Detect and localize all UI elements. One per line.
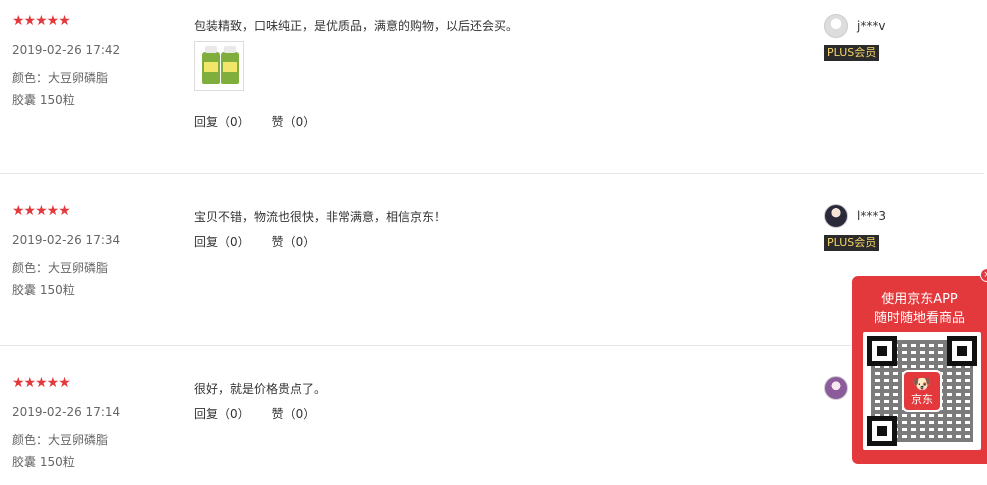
plus-member-badge: PLUS会员: [824, 235, 880, 251]
app-promo-title: 使用京东APP: [881, 292, 958, 307]
star-rating: ★★★★★: [12, 203, 71, 219]
review-actions: 回复（0） 赞（0）: [194, 113, 337, 130]
jd-mascot-icon: 🐶: [912, 375, 932, 393]
reply-button[interactable]: 回复（0）: [194, 113, 250, 130]
review-actions: 回复（0） 赞（0）: [194, 233, 337, 250]
product-attr-color: 颜色：大豆卵磷脂: [12, 261, 109, 275]
jd-logo-icon: 🐶 京东: [902, 370, 942, 412]
app-download-panel[interactable]: 使用京东APP 随时随地看商品 🐶 京东: [852, 276, 987, 464]
product-attr-color: 颜色：大豆卵磷脂: [12, 433, 109, 447]
review-photo-thumbnail[interactable]: [194, 41, 244, 91]
reply-button[interactable]: 回复（0）: [194, 405, 250, 422]
avatar[interactable]: [824, 204, 848, 228]
jd-logo-text: 京东: [911, 393, 933, 406]
avatar[interactable]: [824, 376, 848, 400]
qr-finder-pattern: [947, 336, 977, 366]
review-item: ★★★★★ 2019-02-26 17:42 颜色：大豆卵磷脂 胶囊 150粒 …: [0, 0, 984, 174]
star-rating: ★★★★★: [12, 13, 71, 29]
review-date: 2019-02-26 17:14: [12, 405, 121, 419]
review-actions: 回复（0） 赞（0）: [194, 405, 337, 422]
product-attr-size: 胶囊 150粒: [12, 93, 75, 107]
like-button[interactable]: 赞（0）: [272, 405, 316, 422]
like-button[interactable]: 赞（0）: [272, 233, 316, 250]
plus-member-badge: PLUS会员: [824, 45, 880, 61]
product-attr-color: 颜色：大豆卵磷脂: [12, 71, 109, 85]
product-bottle-image: [221, 46, 239, 84]
review-content: 很好，就是价格贵点了。: [194, 382, 327, 396]
review-item: ★★★★★ 2019-02-26 17:34 颜色：大豆卵磷脂 胶囊 150粒 …: [0, 174, 984, 346]
app-qr-code: 🐶 京东: [863, 332, 981, 450]
review-date: 2019-02-26 17:42: [12, 43, 121, 57]
reviewer-name: j***v: [857, 19, 886, 33]
reply-button[interactable]: 回复（0）: [194, 233, 250, 250]
reviewer-name: l***3: [857, 209, 886, 223]
product-attr-size: 胶囊 150粒: [12, 283, 75, 297]
qr-finder-pattern: [867, 416, 897, 446]
close-icon[interactable]: ×: [980, 268, 987, 282]
review-date: 2019-02-26 17:34: [12, 233, 121, 247]
avatar[interactable]: [824, 14, 848, 38]
product-bottle-image: [202, 46, 220, 84]
app-promo-subtitle: 随时随地看商品: [873, 311, 965, 326]
review-item: ★★★★★ 2019-02-26 17:14 颜色：大豆卵磷脂 胶囊 150粒 …: [0, 346, 984, 485]
product-attr-size: 胶囊 150粒: [12, 455, 75, 469]
review-content: 宝贝不错，物流也很快，非常满意，相信京东！: [194, 210, 447, 224]
review-content: 包装精致，口味纯正，是优质品，满意的购物，以后还会买。: [194, 19, 519, 33]
star-rating: ★★★★★: [12, 375, 71, 391]
like-button[interactable]: 赞（0）: [272, 113, 316, 130]
qr-finder-pattern: [867, 336, 897, 366]
